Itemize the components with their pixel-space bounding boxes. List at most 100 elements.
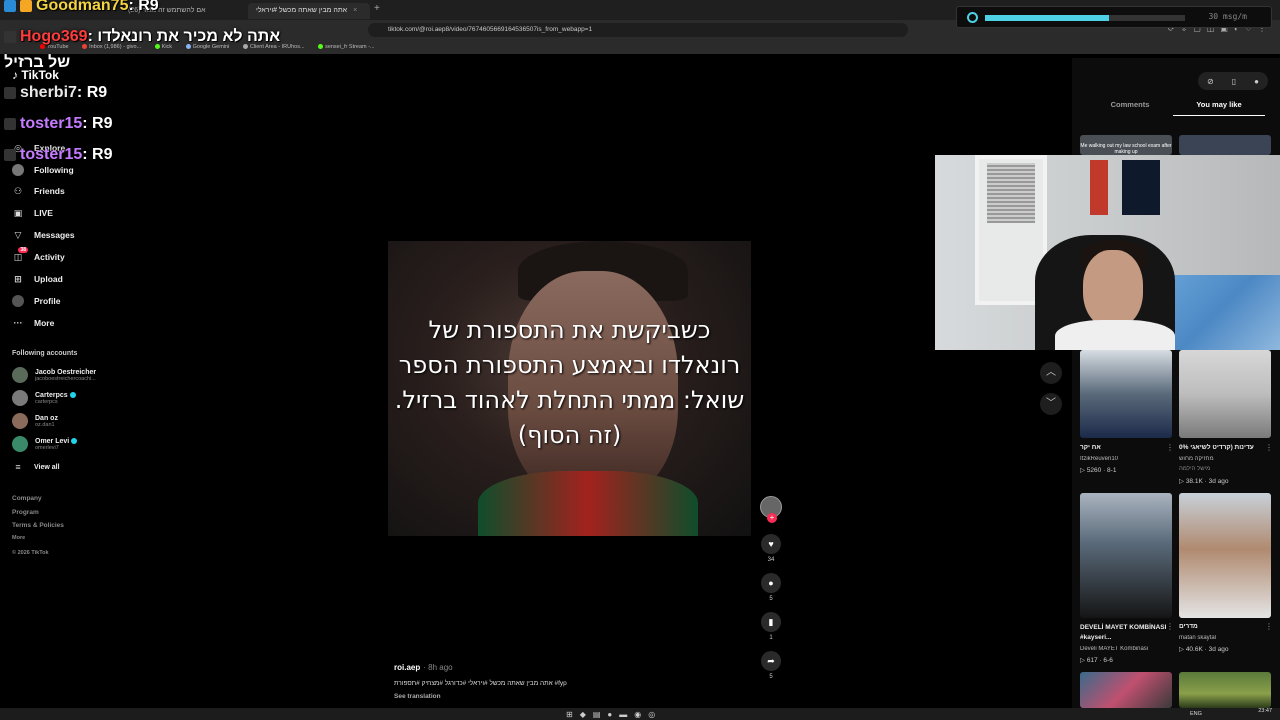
next-video-button[interactable]: ﹀ bbox=[1040, 393, 1062, 415]
music-icon bbox=[967, 12, 978, 23]
send-icon: ▽ bbox=[14, 229, 22, 240]
chat-message: Hogo369: אתה לא מכיר את רונאלדו bbox=[4, 28, 280, 46]
follow-plus-icon[interactable]: + bbox=[767, 513, 777, 523]
suggested-stats: ▷ 40.6K · 3d ago bbox=[1179, 646, 1229, 653]
suggested-thumb[interactable] bbox=[1080, 350, 1172, 438]
footer-company[interactable]: Company bbox=[12, 495, 42, 502]
nav-friends[interactable]: ⚇ Friends bbox=[12, 183, 65, 199]
taskbar: ⊞◆▤●▬◉◎ ENG 23:47 bbox=[0, 708, 1280, 720]
suggested-title[interactable]: 0% עדינות (קרדיט לשיאגי bbox=[1179, 444, 1271, 451]
suggested-thumb[interactable] bbox=[1080, 672, 1172, 708]
suggested-thumb[interactable] bbox=[1179, 350, 1271, 438]
nav-more[interactable]: ··· More bbox=[12, 315, 55, 331]
avatar: ● bbox=[1254, 76, 1259, 86]
save-button[interactable]: ▮ 1 bbox=[759, 612, 783, 641]
video-author[interactable]: roi.aep · 8h ago bbox=[394, 663, 453, 672]
nav-profile[interactable]: Profile bbox=[12, 293, 60, 309]
music-rate: 30 msg/m bbox=[1208, 12, 1247, 21]
chat-message: של ברזיל bbox=[4, 54, 71, 71]
prev-video-button[interactable]: ︿ bbox=[1040, 362, 1062, 384]
settings-icon: ⊘ bbox=[1207, 76, 1214, 86]
avatar bbox=[12, 413, 28, 429]
creator-avatar[interactable]: + bbox=[759, 496, 783, 523]
clock[interactable]: 23:47 bbox=[1258, 708, 1272, 715]
following-account[interactable]: Dan oz oz.dan1 bbox=[12, 413, 58, 429]
music-widget: 30 msg/m bbox=[956, 6, 1272, 28]
view-all-link[interactable]: ≡ View all bbox=[12, 459, 59, 475]
language-indicator[interactable]: ENG bbox=[1190, 711, 1202, 717]
following-account[interactable]: Carterpcs carterpcs bbox=[12, 390, 76, 406]
discord-icon: ● bbox=[607, 710, 620, 719]
music-progress bbox=[985, 15, 1185, 21]
suggested-title[interactable]: מדרים bbox=[1179, 623, 1271, 630]
heart-icon: ♥ bbox=[761, 534, 781, 554]
more-options-icon[interactable]: ⋮ bbox=[1166, 622, 1174, 631]
like-button[interactable]: ♥ 34 bbox=[759, 534, 783, 563]
avatar bbox=[12, 367, 28, 383]
suggested-author[interactable]: ItzikReuven10 bbox=[1080, 456, 1172, 462]
suggested-thumb[interactable] bbox=[1179, 672, 1271, 708]
panel-icons[interactable]: ⊘ ▯ ● bbox=[1198, 72, 1268, 90]
more-options-icon[interactable]: ⋮ bbox=[1166, 443, 1174, 452]
suggested-title[interactable]: אח יקר bbox=[1080, 444, 1172, 451]
webcam-overlay bbox=[935, 155, 1280, 350]
suggested-author: מישל הילמה bbox=[1179, 466, 1211, 472]
spotify-icon: ◎ bbox=[648, 710, 663, 719]
footer-program[interactable]: Program bbox=[12, 509, 39, 516]
profile-avatar-icon bbox=[12, 295, 24, 307]
suggested-thumb[interactable] bbox=[1080, 493, 1172, 618]
suggested-stats: ▷ 38.1K · 3d ago bbox=[1179, 478, 1229, 485]
nav-following[interactable]: Following bbox=[12, 162, 74, 178]
new-tab-button[interactable]: + bbox=[374, 3, 380, 14]
suggested-thumb[interactable] bbox=[1179, 493, 1271, 618]
activity-badge: 38 bbox=[18, 247, 28, 253]
share-button[interactable]: ➦ 5 bbox=[759, 651, 783, 680]
taskbar-apps[interactable]: ⊞◆▤●▬◉◎ bbox=[566, 710, 662, 719]
suggested-title[interactable]: DEVELİ MAYET KOMBİNASI #kayseri... bbox=[1080, 623, 1172, 643]
nav-live[interactable]: ▣ LIVE bbox=[12, 205, 53, 221]
windows-icon: ⊞ bbox=[566, 710, 580, 719]
video-description: אתה מבין שאתה מכשל #ויראלי #כדורגל #מצחי… bbox=[394, 680, 567, 687]
verified-icon bbox=[71, 437, 78, 444]
chat-message: toster15: R9 bbox=[4, 146, 112, 164]
list-icon: ≡ bbox=[15, 462, 21, 472]
suggested-author[interactable]: מחזיקה מחוש bbox=[1179, 456, 1271, 462]
more-options-icon[interactable]: ⋮ bbox=[1265, 443, 1273, 452]
footer-terms[interactable]: Terms & Policies bbox=[12, 522, 64, 529]
obs-icon: ◉ bbox=[634, 710, 649, 719]
suggested-author[interactable]: Develi MAYET Kombinası bbox=[1080, 646, 1172, 652]
browser-tab-active[interactable]: אתה מבין שאתה מכשל #ויראלי × bbox=[248, 3, 370, 19]
see-translation-link[interactable]: See translation bbox=[394, 693, 441, 700]
nav-activity[interactable]: ◫ 38 Activity bbox=[12, 247, 65, 265]
following-account[interactable]: Jacob Oestreicher jacoboestreichercoachi.… bbox=[12, 367, 96, 383]
following-accounts-title: Following accounts bbox=[12, 350, 78, 357]
calendar-icon: ▤ bbox=[592, 710, 608, 719]
suggested-author[interactable]: matan skaytal bbox=[1179, 635, 1271, 641]
more-options-icon[interactable]: ⋮ bbox=[1265, 622, 1273, 631]
chat-message: toster15: R9 bbox=[4, 115, 112, 133]
video-player[interactable]: כשביקשת את התספורת של רונאלדו ובאמצע התס… bbox=[388, 241, 751, 536]
friends-icon: ⚇ bbox=[13, 185, 23, 196]
url-field[interactable]: tiktok.com/@roi.aep8/video/7674605669164… bbox=[368, 23, 908, 37]
footer-copyright: © 2026 TikTok bbox=[12, 550, 49, 556]
folder-icon: ▬ bbox=[619, 710, 635, 719]
suggested-thumb[interactable] bbox=[1179, 135, 1271, 155]
video-caption: כשביקשת את התספורת של רונאלדו ובאמצע התס… bbox=[394, 316, 745, 449]
upload-icon: ⊞ bbox=[14, 273, 22, 284]
close-tab-icon[interactable]: × bbox=[353, 7, 357, 14]
live-icon: ▣ bbox=[13, 207, 23, 218]
tab-comments[interactable]: Comments bbox=[1084, 100, 1176, 115]
footer-more[interactable]: More bbox=[12, 535, 25, 541]
share-icon: ➦ bbox=[761, 651, 781, 671]
activity-icon: ◫ 38 bbox=[13, 247, 28, 262]
following-account[interactable]: Omer Levi omerlevi7 bbox=[12, 436, 78, 452]
suggested-thumb[interactable]: Me walking out my law school exam after … bbox=[1080, 135, 1172, 155]
bookmark-sensei[interactable]: sensei_fr Stream -... bbox=[318, 44, 375, 50]
more-icon: ··· bbox=[13, 318, 23, 328]
nav-upload[interactable]: ⊞ Upload bbox=[12, 271, 63, 287]
brave-icon: ◆ bbox=[579, 710, 593, 719]
comment-button[interactable]: ● 5 bbox=[759, 573, 783, 602]
comment-icon: ● bbox=[761, 573, 781, 593]
nav-messages[interactable]: ▽ Messages bbox=[12, 227, 75, 243]
tab-you-may-like[interactable]: You may like bbox=[1173, 100, 1265, 116]
